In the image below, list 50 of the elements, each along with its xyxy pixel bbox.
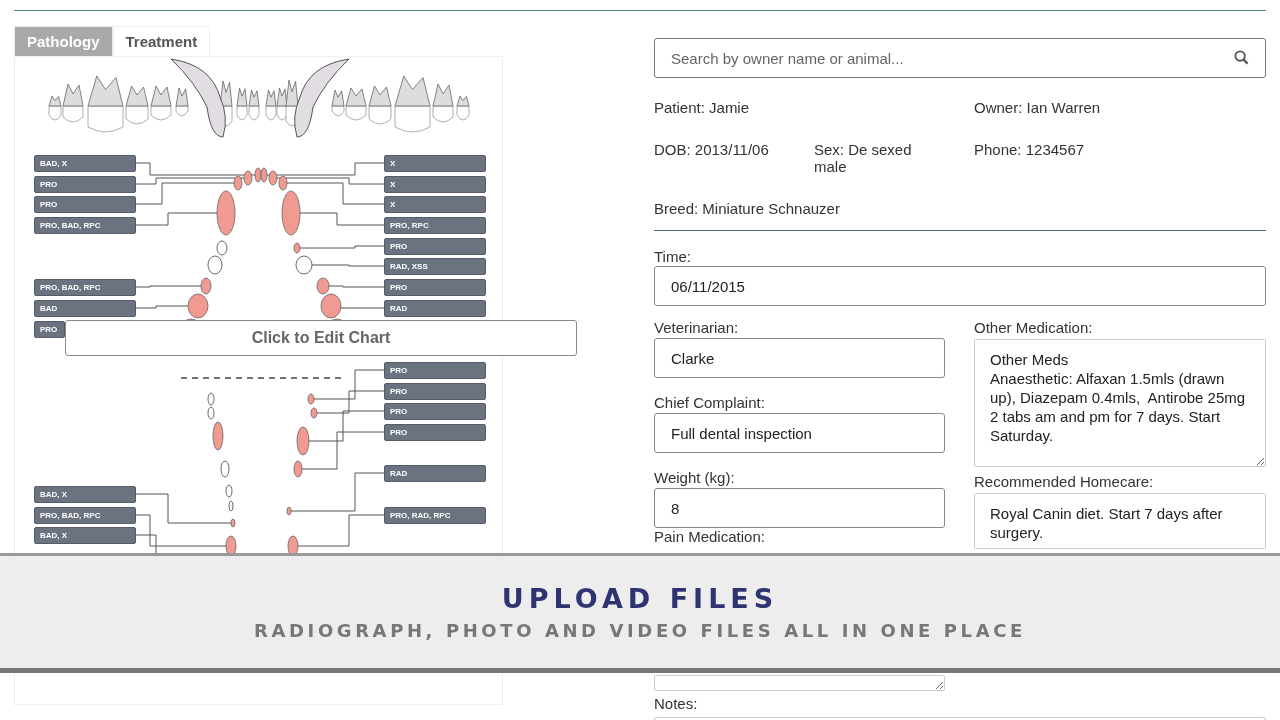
banner-title: UPLOAD FILES [501,583,779,614]
tooth-label[interactable]: PRO [384,238,486,255]
tooth-label[interactable]: BAD, X [34,486,136,503]
tooth-label[interactable]: PRO [384,279,486,296]
input-field[interactable]: Full dental inspection [654,413,945,453]
tooth-label[interactable]: PRO [384,362,486,379]
search-icon[interactable] [1234,50,1249,65]
patient-name: Patient: Jamie [654,99,751,118]
field-label: Other Medication: [974,319,1093,337]
field-label: Veterinarian: [654,319,739,337]
tooth-label[interactable]: PRO [384,403,486,420]
field-label: Pain Medication: [654,528,765,545]
sex-text: Sex: De sexed male [814,141,913,177]
field-label: Notes: [654,695,698,713]
tooth-label[interactable]: PRO [34,321,65,338]
edit-chart-button[interactable]: Click to Edit Chart [65,320,577,356]
banner-subtitle: RADIOGRAPH, PHOTO AND VIDEO FILES ALL IN ONE PLACE [254,620,1026,641]
tooth-label[interactable]: RAD, XSS [384,258,486,275]
field-label: Recommended Homecare: [974,473,1154,491]
field-label: Time: [654,248,691,266]
tooth-label[interactable]: PRO, RPC [384,217,486,234]
tooth-label[interactable]: PRO [34,176,136,193]
date-of-birth: DOB: 2013/11/06 [654,141,770,160]
tooth-label[interactable]: BAD, X [34,155,136,172]
field-label: Weight (kg): [654,469,735,487]
owner-name: Owner: Ian Warren [974,99,1101,116]
search-field[interactable]: Search by owner name or animal... [654,38,1266,78]
chart-tab[interactable]: Treatment [112,26,211,56]
tooth-label[interactable]: PRO, BAD, RPC [34,217,136,234]
text-area[interactable]: Royal Canin diet. Start 7 days after surgery. [974,493,1266,549]
tooth-label[interactable]: RAD [384,300,486,317]
tooth-label[interactable]: PRO [34,196,136,213]
field-label: Chief Complaint: [654,394,765,412]
phone-number: Phone: 1234567 [974,141,1085,158]
tooth-label[interactable]: PRO, BAD, RPC [34,279,136,296]
input-field[interactable]: Clarke [654,338,945,378]
tooth-label[interactable]: X [384,196,486,213]
tooth-label[interactable]: BAD [34,300,136,317]
tooth-label[interactable]: PRO, RAD, RPC [384,507,486,524]
tooth-label[interactable]: X [384,155,486,172]
breed-text: Breed: Miniature Schnauzer [654,200,840,219]
tooth-label[interactable]: PRO [384,424,486,441]
tooth-label[interactable]: BAD, X [34,527,136,544]
input-field[interactable]: 8 [654,488,945,528]
tooth-label[interactable]: PRO [384,383,486,400]
tooth-label[interactable]: RAD [384,465,486,482]
text-area[interactable]: Other Meds Anaesthetic: Alfaxan 1.5mls (drawn up), Diazepam 0.4mls, Antirobe 25mg 2 tabs am and pm for 7 days. Start Saturday. [974,339,1266,467]
time-field[interactable]: 06/11/2015 [654,266,1266,306]
tooth-label[interactable]: X [384,176,486,193]
tooth-label[interactable]: PRO, BAD, RPC [34,507,136,524]
